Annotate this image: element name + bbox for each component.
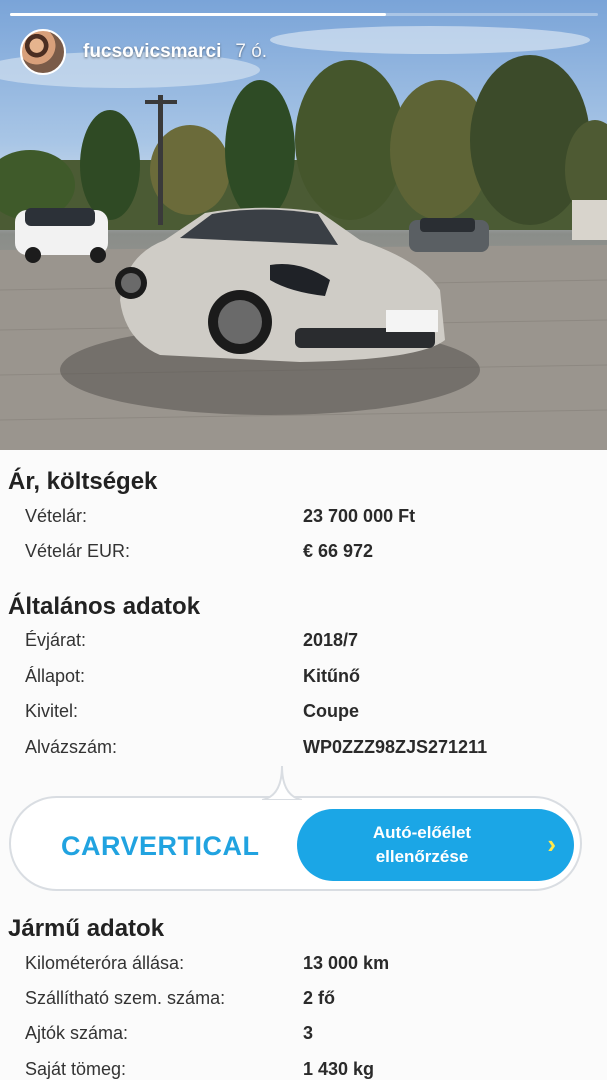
row-label: Évjárat: bbox=[25, 630, 87, 650]
carvertical-banner: CARVERTICAL Autó-előélet ellenőrzése › bbox=[9, 796, 582, 891]
row-label: Kivitel: bbox=[25, 701, 79, 721]
row-label: Állapot: bbox=[25, 666, 86, 686]
username[interactable]: fucsovicsmarci bbox=[83, 41, 221, 63]
story-progress-fill bbox=[10, 13, 387, 16]
row-condition: Állapot: Kitűnő bbox=[25, 666, 585, 694]
story-photo: fucsovicsmarci 7 ó. bbox=[0, 0, 607, 450]
avatar[interactable] bbox=[20, 29, 66, 75]
row-value: Coupe bbox=[303, 701, 359, 721]
history-check-button[interactable]: Autó-előélet ellenőrzése › bbox=[297, 809, 574, 881]
row-label: Kilométeróra állása: bbox=[25, 953, 185, 973]
story-header: fucsovicsmarci 7 ó. bbox=[20, 28, 267, 76]
history-check-label: Autó-előélet ellenőrzése bbox=[372, 823, 472, 866]
row-label: Vételár EUR: bbox=[25, 541, 131, 561]
row-value: 1 430 kg bbox=[303, 1059, 375, 1079]
row-vin: Alvázszám: WP0ZZZ98ZJS271211 bbox=[25, 737, 585, 765]
row-mileage: Kilométeróra állása: 13 000 km bbox=[25, 953, 585, 981]
row-label: Alvázszám: bbox=[25, 737, 118, 757]
carvertical-logo: CARVERTICAL bbox=[61, 831, 260, 861]
row-body-type: Kivitel: Coupe bbox=[25, 701, 585, 729]
row-value: 2 fő bbox=[303, 988, 336, 1008]
row-value: WP0ZZZ98ZJS271211 bbox=[303, 737, 488, 757]
row-label: Vételár: bbox=[25, 506, 88, 526]
row-doors: Ajtók száma: 3 bbox=[25, 1023, 585, 1051]
row-value: 13 000 km bbox=[303, 953, 390, 973]
row-value: 2018/7 bbox=[303, 630, 359, 650]
section-title-vehicle: Jármű adatok bbox=[8, 915, 165, 942]
row-label: Ajtók száma: bbox=[25, 1023, 129, 1043]
banner-notch bbox=[262, 766, 302, 800]
chevron-right-icon: › bbox=[547, 829, 556, 859]
row-weight: Saját tömeg: 1 430 kg bbox=[25, 1059, 585, 1080]
row-price-eur: Vételár EUR: € 66 972 bbox=[25, 541, 585, 569]
row-seats: Szállítható szem. száma: 2 fő bbox=[25, 988, 585, 1016]
section-title-general: Általános adatok bbox=[8, 593, 201, 620]
row-label: Szállítható szem. száma: bbox=[25, 988, 226, 1008]
row-value: € 66 972 bbox=[303, 541, 374, 561]
listing-details: Ár, költségek Vételár: 23 700 000 Ft Vét… bbox=[0, 450, 607, 1080]
row-label: Saját tömeg: bbox=[25, 1059, 127, 1079]
row-value: Kitűnő bbox=[303, 666, 360, 686]
row-value: 3 bbox=[303, 1023, 314, 1043]
row-year: Évjárat: 2018/7 bbox=[25, 630, 585, 658]
story-progress-bar bbox=[10, 13, 598, 16]
row-value: 23 700 000 Ft bbox=[303, 506, 416, 526]
row-price: Vételár: 23 700 000 Ft bbox=[25, 506, 585, 534]
post-time: 7 ó. bbox=[235, 41, 268, 62]
section-title-price: Ár, költségek bbox=[8, 468, 158, 495]
